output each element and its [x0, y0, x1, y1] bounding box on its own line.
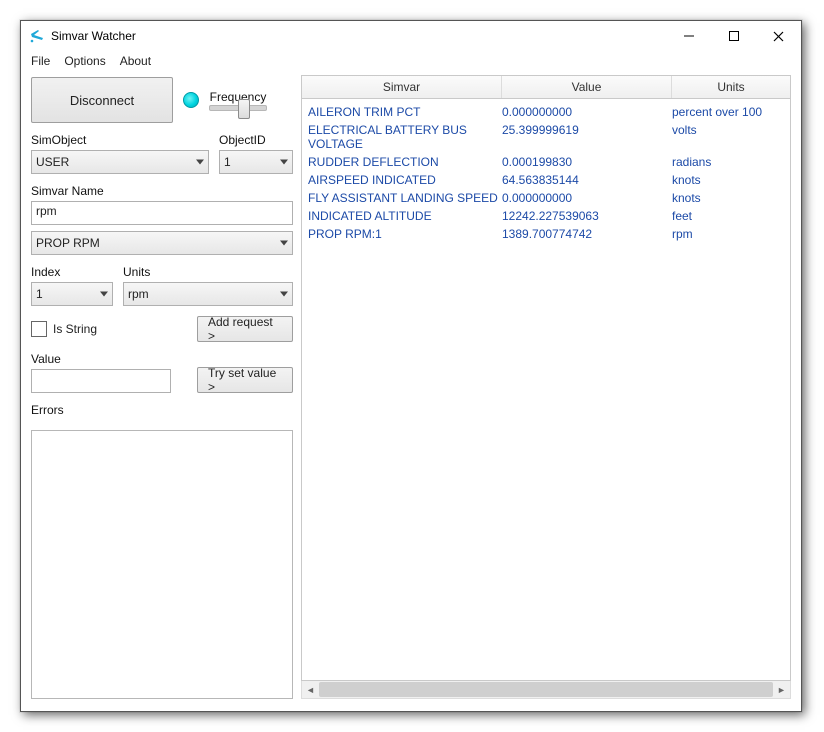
- scroll-left-icon[interactable]: ◄: [302, 681, 319, 698]
- table-row[interactable]: RUDDER DEFLECTION0.000199830radians: [302, 153, 790, 171]
- frequency-slider[interactable]: [209, 105, 267, 111]
- cell-simvar: FLY ASSISTANT LANDING SPEED: [308, 191, 502, 205]
- cell-units: rpm: [672, 227, 784, 241]
- menu-about[interactable]: About: [120, 54, 151, 68]
- value-input[interactable]: [31, 369, 171, 393]
- errors-label: Errors: [31, 403, 293, 417]
- cell-value: 0.000000000: [502, 191, 672, 205]
- table-row[interactable]: INDICATED ALTITUDE12242.227539063feet: [302, 207, 790, 225]
- simvar-name-label: Simvar Name: [31, 184, 293, 198]
- cell-units: knots: [672, 191, 784, 205]
- units-label: Units: [123, 265, 293, 279]
- table-row[interactable]: ELECTRICAL BATTERY BUS VOLTAGE25.3999996…: [302, 121, 790, 153]
- connection-led-icon: [183, 92, 199, 108]
- cell-value: 0.000000000: [502, 105, 672, 119]
- app-icon: [29, 28, 45, 44]
- index-value: 1: [36, 287, 43, 301]
- cell-value: 0.000199830: [502, 155, 672, 169]
- cell-simvar: PROP RPM:1: [308, 227, 502, 241]
- cell-simvar: ELECTRICAL BATTERY BUS VOLTAGE: [308, 123, 502, 151]
- objectid-label: ObjectID: [219, 133, 293, 147]
- minimize-button[interactable]: [666, 21, 711, 51]
- add-request-button[interactable]: Add request >: [197, 316, 293, 342]
- index-label: Index: [31, 265, 113, 279]
- errors-output: [31, 430, 293, 699]
- simvar-table: Simvar Value Units AILERON TRIM PCT0.000…: [301, 75, 791, 699]
- scroll-right-icon[interactable]: ►: [773, 681, 790, 698]
- try-set-value-button[interactable]: Try set value >: [197, 367, 293, 393]
- cell-units: percent over 100: [672, 105, 784, 119]
- cell-simvar: INDICATED ALTITUDE: [308, 209, 502, 223]
- objectid-select[interactable]: 1: [219, 150, 293, 174]
- chevron-down-icon: [280, 292, 288, 297]
- menu-file[interactable]: File: [31, 54, 50, 68]
- menu-bar: File Options About: [21, 51, 801, 75]
- simobject-select[interactable]: USER: [31, 150, 209, 174]
- cell-value: 1389.700774742: [502, 227, 672, 241]
- chevron-down-icon: [196, 160, 204, 165]
- simobject-label: SimObject: [31, 133, 209, 147]
- cell-units: feet: [672, 209, 784, 223]
- col-header-value[interactable]: Value: [502, 76, 672, 98]
- cell-value: 25.399999619: [502, 123, 672, 151]
- simobject-value: USER: [36, 155, 69, 169]
- maximize-button[interactable]: [711, 21, 756, 51]
- col-header-units[interactable]: Units: [672, 76, 790, 98]
- cell-simvar: RUDDER DEFLECTION: [308, 155, 502, 169]
- objectid-value: 1: [224, 155, 231, 169]
- is-string-checkbox[interactable]: [31, 321, 47, 337]
- cell-simvar: AILERON TRIM PCT: [308, 105, 502, 119]
- index-select[interactable]: 1: [31, 282, 113, 306]
- simvar-select-value: PROP RPM: [36, 236, 100, 250]
- is-string-checkbox-wrap[interactable]: Is String: [31, 321, 97, 337]
- cell-value: 12242.227539063: [502, 209, 672, 223]
- units-select[interactable]: rpm: [123, 282, 293, 306]
- table-row[interactable]: PROP RPM:11389.700774742rpm: [302, 225, 790, 243]
- menu-options[interactable]: Options: [64, 54, 105, 68]
- scrollbar-thumb[interactable]: [319, 682, 773, 697]
- app-window: Simvar Watcher File Options About Discon…: [20, 20, 802, 712]
- chevron-down-icon: [100, 292, 108, 297]
- table-row[interactable]: AIRSPEED INDICATED64.563835144knots: [302, 171, 790, 189]
- cell-units: radians: [672, 155, 784, 169]
- is-string-label: Is String: [53, 322, 97, 336]
- left-panel: Disconnect Frequency SimObject USER: [31, 75, 293, 699]
- title-bar: Simvar Watcher: [21, 21, 801, 51]
- table-header: Simvar Value Units: [301, 75, 791, 99]
- disconnect-button[interactable]: Disconnect: [31, 77, 173, 123]
- close-button[interactable]: [756, 21, 801, 51]
- value-label: Value: [31, 352, 171, 366]
- units-value: rpm: [128, 287, 149, 301]
- chevron-down-icon: [280, 241, 288, 246]
- cell-units: knots: [672, 173, 784, 187]
- table-row[interactable]: FLY ASSISTANT LANDING SPEED0.000000000kn…: [302, 189, 790, 207]
- frequency-slider-thumb[interactable]: [238, 99, 250, 119]
- right-panel: Simvar Value Units AILERON TRIM PCT0.000…: [301, 75, 791, 699]
- window-title: Simvar Watcher: [51, 29, 136, 43]
- cell-simvar: AIRSPEED INDICATED: [308, 173, 502, 187]
- col-header-simvar[interactable]: Simvar: [302, 76, 502, 98]
- table-row[interactable]: AILERON TRIM PCT0.000000000percent over …: [302, 103, 790, 121]
- table-body[interactable]: AILERON TRIM PCT0.000000000percent over …: [301, 99, 791, 681]
- horizontal-scrollbar[interactable]: ◄ ►: [301, 681, 791, 699]
- cell-units: volts: [672, 123, 784, 151]
- chevron-down-icon: [280, 160, 288, 165]
- simvar-name-input[interactable]: rpm: [31, 201, 293, 225]
- simvar-select[interactable]: PROP RPM: [31, 231, 293, 255]
- cell-value: 64.563835144: [502, 173, 672, 187]
